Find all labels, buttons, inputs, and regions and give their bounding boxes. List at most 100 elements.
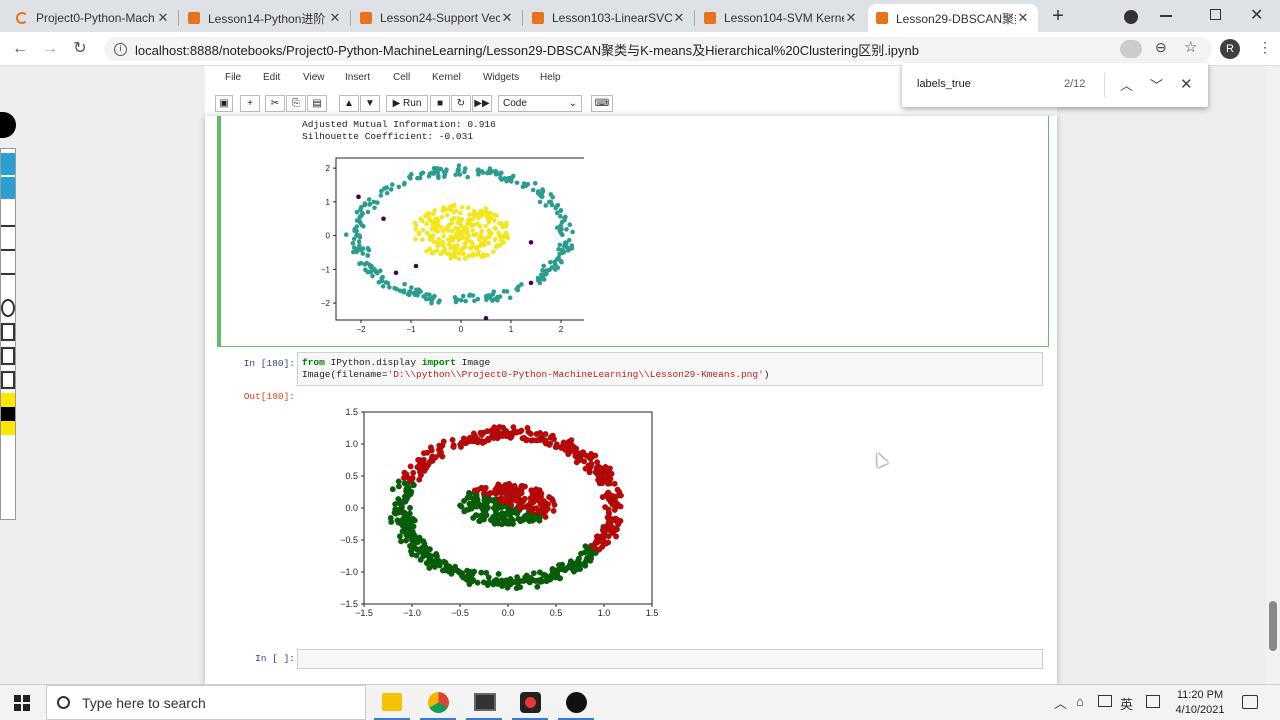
ring-point <box>555 202 561 208</box>
page-tool-icon[interactable] <box>1 371 15 389</box>
eye-icon[interactable] <box>1 153 15 175</box>
chrome-icon[interactable] <box>428 692 449 713</box>
taskbar-search-box[interactable]: Type here to search <box>46 685 366 720</box>
insert-cell-icon[interactable]: + <box>240 95 260 112</box>
camera-icon[interactable] <box>1120 40 1142 58</box>
close-icon[interactable]: ✕ <box>500 10 514 26</box>
restore-icon[interactable] <box>1210 9 1221 20</box>
chevron-up-icon[interactable]: ︿ <box>1054 693 1067 712</box>
tab-lesson103[interactable]: Lesson103-LinearSVC ✕ <box>524 4 694 32</box>
tab-lesson104[interactable]: Lesson104-SVM Kerne ✕ <box>696 4 866 32</box>
ime-language-indicator[interactable]: 英 <box>1120 694 1133 713</box>
more-menu-icon[interactable]: ⋮ <box>1258 39 1272 56</box>
ring-point <box>407 504 413 511</box>
address-bar[interactable]: i localhost:8888/notebooks/Project0-Pyth… <box>104 37 1212 61</box>
close-icon[interactable]: ✕ <box>328 10 342 26</box>
menu-help[interactable]: Help <box>540 72 561 83</box>
trash-icon[interactable] <box>1 323 15 341</box>
marker-icon[interactable] <box>1 233 15 251</box>
save-icon[interactable]: ▣ <box>215 95 233 112</box>
tab-label: Project0-Python-Mach <box>36 11 155 25</box>
menu-kernel[interactable]: Kernel <box>432 72 461 83</box>
find-close-icon[interactable]: ✕ <box>1180 75 1193 93</box>
tab-search-icon[interactable] <box>1124 10 1138 24</box>
x-tick-label: −1 <box>406 325 416 334</box>
menu-edit[interactable]: Edit <box>263 72 280 83</box>
empty-code-cell[interactable] <box>297 649 1043 669</box>
pointer-app-icon[interactable] <box>566 692 587 713</box>
clock[interactable]: 11:20 PM 4/10/2021 <box>1172 688 1228 718</box>
find-next-icon[interactable]: ﹀ <box>1150 75 1163 94</box>
info-icon[interactable]: i <box>114 42 127 56</box>
restart-run-all-icon[interactable]: ▶▶ <box>472 95 492 112</box>
file-explorer-icon[interactable] <box>382 693 402 711</box>
copy-icon[interactable]: ⎘ <box>286 95 306 112</box>
menu-cell[interactable]: Cell <box>393 72 410 83</box>
ring-point <box>362 201 368 206</box>
eraser-icon[interactable] <box>1 257 15 275</box>
black-swatch[interactable] <box>1 407 15 421</box>
close-icon[interactable]: ✕ <box>1016 10 1030 26</box>
find-previous-icon[interactable]: ︿ <box>1120 75 1133 94</box>
network-icon[interactable]: ⌂ <box>1076 694 1084 709</box>
move-down-icon[interactable]: ▼ <box>360 95 380 112</box>
yellow-swatch[interactable] <box>1 421 15 435</box>
yellow-swatch[interactable] <box>1 393 15 407</box>
window-close-icon[interactable]: ✕ <box>1250 5 1263 25</box>
menu-file[interactable]: File <box>225 72 241 83</box>
menu-view[interactable]: View <box>303 72 325 83</box>
record-app-icon[interactable] <box>520 692 541 713</box>
restart-icon[interactable]: ↻ <box>451 95 471 112</box>
terminal-icon[interactable] <box>474 693 496 711</box>
new-tab-button[interactable]: + <box>1048 5 1068 27</box>
scrollbar-thumb[interactable] <box>1269 601 1277 651</box>
forward-icon[interactable]: → <box>40 39 60 59</box>
move-up-icon[interactable]: ▲ <box>339 95 359 112</box>
minimize-icon[interactable] <box>1160 15 1172 17</box>
noise-point <box>528 280 534 286</box>
display-icon[interactable] <box>1098 695 1112 707</box>
keyboard-icon[interactable]: ⌨ <box>591 95 613 112</box>
menu-insert[interactable]: Insert <box>345 72 370 83</box>
x-tick-label: −2 <box>356 325 366 334</box>
close-icon[interactable]: ✕ <box>672 10 686 26</box>
tab-lesson24[interactable]: Lesson24-Support Vec ✕ <box>352 4 522 32</box>
noise-point <box>393 270 399 276</box>
selected-cell[interactable]: Adjusted Mutual Information: 0.916 Silho… <box>217 116 1049 347</box>
windows-start-icon[interactable] <box>14 695 30 711</box>
reload-icon[interactable]: ↻ <box>70 39 90 59</box>
zoom-icon[interactable]: ⊖ <box>1155 39 1167 56</box>
tab-lesson14[interactable]: Lesson14-Python进阶 ✕ <box>180 4 350 32</box>
tab-lesson29-active[interactable]: Lesson29-DBSCAN聚类 ✕ <box>868 4 1038 32</box>
notification-icon[interactable] <box>1242 695 1258 709</box>
circle-tool-icon[interactable] <box>1 299 15 317</box>
paste-icon[interactable]: ▤ <box>307 95 327 112</box>
profile-avatar[interactable]: R <box>1220 39 1240 59</box>
copy-tool-icon[interactable] <box>1 347 15 365</box>
cell-type-select[interactable]: Code ⌄ <box>498 95 582 112</box>
find-input[interactable]: labels_true <box>917 78 971 90</box>
ring-point <box>402 281 407 287</box>
run-button[interactable]: ▶ Run <box>386 95 428 112</box>
input-mode-icon[interactable] <box>1146 695 1160 708</box>
url-text[interactable]: localhost:8888/notebooks/Project0-Python… <box>135 40 919 59</box>
pen-icon[interactable] <box>1 209 15 227</box>
core-point <box>455 220 461 226</box>
cell-type-value: Code <box>503 98 527 109</box>
close-icon[interactable]: ✕ <box>156 10 170 26</box>
tab-project0[interactable]: Project0-Python-Mach ✕ <box>8 4 178 32</box>
stop-icon[interactable]: ■ <box>430 95 450 112</box>
ring-point <box>549 265 555 270</box>
ring-point <box>395 483 402 490</box>
tab-separator <box>350 10 351 26</box>
page-scrollbar[interactable] <box>1266 66 1280 684</box>
back-icon[interactable]: ← <box>10 39 30 59</box>
close-icon[interactable]: ✕ <box>844 10 858 26</box>
pointer-icon[interactable] <box>1 177 15 199</box>
core-point <box>476 236 482 242</box>
code-cell-input[interactable]: from IPython.display import Image Image(… <box>297 352 1043 386</box>
core-point <box>477 224 483 229</box>
bookmark-star-icon[interactable]: ☆ <box>1184 38 1197 56</box>
menu-widgets[interactable]: Widgets <box>483 72 519 83</box>
cut-icon[interactable]: ✂ <box>265 95 285 112</box>
